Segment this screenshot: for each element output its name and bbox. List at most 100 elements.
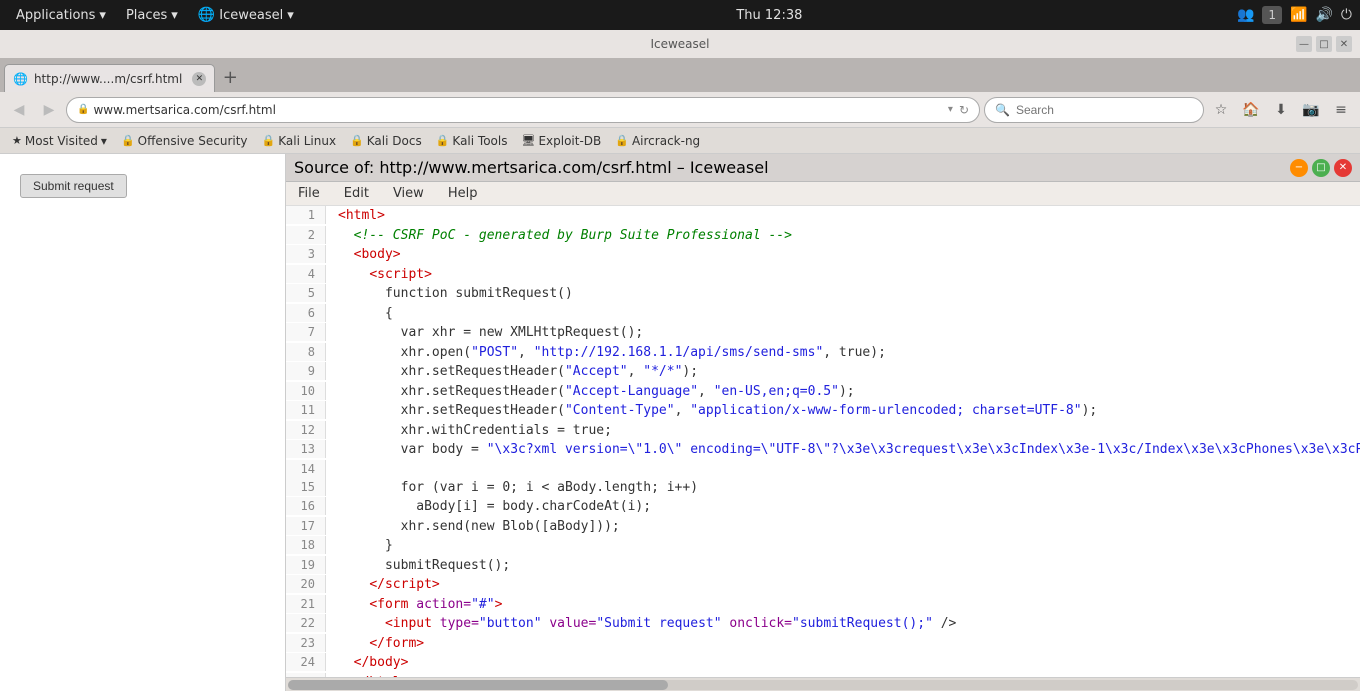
most-visited-arrow: ▾ xyxy=(101,134,107,148)
network-icon[interactable]: 📶 xyxy=(1290,7,1307,23)
line-content: <form action="#"> xyxy=(326,595,502,615)
source-line: 15 for (var i = 0; i < aBody.length; i++… xyxy=(286,478,1360,498)
line-number: 15 xyxy=(286,478,326,496)
line-content: for (var i = 0; i < aBody.length; i++) xyxy=(326,478,698,498)
line-content: <input type="button" value="Submit reque… xyxy=(326,614,956,634)
line-number: 1 xyxy=(286,206,326,224)
counter-badge: 1 xyxy=(1262,6,1282,24)
places-label: Places xyxy=(126,8,167,23)
kali-linux-label: Kali Linux xyxy=(278,134,336,148)
applications-arrow: ▾ xyxy=(99,8,106,23)
minimize-button[interactable]: — xyxy=(1296,36,1312,52)
nav-bar: ◀ ▶ 🔒 www.mertsarica.com/csrf.html ▾ ↻ 🔍… xyxy=(0,92,1360,128)
power-icon[interactable]: ⏻ xyxy=(1341,7,1352,23)
search-input[interactable] xyxy=(1016,103,1193,117)
back-button[interactable]: ◀ xyxy=(6,97,32,123)
browser-arrow: ▾ xyxy=(287,8,294,23)
line-content: <html> xyxy=(326,206,385,226)
tab-bar: 🌐 http://www....m/csrf.html ✕ + xyxy=(0,58,1360,92)
source-menu-view[interactable]: View xyxy=(389,184,428,203)
bookmark-most-visited[interactable]: ★ Most Visited ▾ xyxy=(6,132,113,150)
bookmark-kali-linux[interactable]: 🔒 Kali Linux xyxy=(256,132,343,150)
source-line: 10 xhr.setRequestHeader("Accept-Language… xyxy=(286,382,1360,402)
url-dropdown-icon[interactable]: ▾ xyxy=(948,104,953,115)
taskbar-left: Applications ▾ Places ▾ 🌐 Iceweasel ▾ xyxy=(8,4,302,26)
line-number: 8 xyxy=(286,343,326,361)
source-menu-edit[interactable]: Edit xyxy=(340,184,373,203)
source-line: 5 function submitRequest() xyxy=(286,284,1360,304)
search-box[interactable]: 🔍 xyxy=(984,97,1204,123)
aircrack-ng-label: Aircrack-ng xyxy=(632,134,700,148)
url-bar-inner: 🔒 www.mertsarica.com/csrf.html ▾ ↻ xyxy=(77,103,969,117)
bookmark-kali-docs[interactable]: 🔒 Kali Docs xyxy=(344,132,428,150)
source-menu-help[interactable]: Help xyxy=(444,184,482,203)
places-menu[interactable]: Places ▾ xyxy=(118,5,186,26)
browser-titlebar: Iceweasel — □ ✕ xyxy=(0,30,1360,58)
line-content: { xyxy=(326,304,393,324)
submit-request-button[interactable]: Submit request xyxy=(20,174,127,198)
line-content: var body = "\x3c?xml version=\"1.0\" enc… xyxy=(326,440,1360,460)
line-content: xhr.setRequestHeader("Content-Type", "ap… xyxy=(326,401,1097,421)
downloads-button[interactable]: ⬇ xyxy=(1268,97,1294,123)
line-number: 21 xyxy=(286,595,326,613)
source-line: 14 xyxy=(286,460,1360,478)
source-line: 23 </form> xyxy=(286,634,1360,654)
places-arrow: ▾ xyxy=(171,8,178,23)
page-panel: Submit request xyxy=(0,154,286,691)
kali-tools-label: Kali Tools xyxy=(452,134,507,148)
browser-title: Iceweasel xyxy=(650,37,709,51)
line-content: submitRequest(); xyxy=(326,556,510,576)
exploit-db-label: Exploit-DB xyxy=(538,134,601,148)
new-tab-button[interactable]: + xyxy=(217,64,243,90)
line-content: } xyxy=(326,536,393,556)
source-menu-file[interactable]: File xyxy=(294,184,324,203)
source-line: 19 submitRequest(); xyxy=(286,556,1360,576)
maximize-button[interactable]: □ xyxy=(1316,36,1332,52)
source-titlebar: Source of: http://www.mertsarica.com/csr… xyxy=(286,154,1360,182)
source-line: 12 xhr.withCredentials = true; xyxy=(286,421,1360,441)
source-line: 18 } xyxy=(286,536,1360,556)
source-line: 3 <body> xyxy=(286,245,1360,265)
source-close-button[interactable]: ✕ xyxy=(1334,159,1352,177)
tab-close-button[interactable]: ✕ xyxy=(192,72,206,86)
browser-main: Submit request Source of: http://www.mer… xyxy=(0,154,1360,691)
source-line: 6 { xyxy=(286,304,1360,324)
source-maximize-button[interactable]: □ xyxy=(1312,159,1330,177)
bookmark-offensive-security[interactable]: 🔒 Offensive Security xyxy=(115,132,254,150)
screenshot-button[interactable]: 📷 xyxy=(1298,97,1324,123)
line-number: 3 xyxy=(286,245,326,263)
line-content: var xhr = new XMLHttpRequest(); xyxy=(326,323,643,343)
kali-linux-icon: 🔒 xyxy=(262,134,276,147)
browser-tab[interactable]: 🌐 http://www....m/csrf.html ✕ xyxy=(4,64,215,92)
forward-button[interactable]: ▶ xyxy=(36,97,62,123)
people-icon[interactable]: 👥 xyxy=(1237,7,1254,23)
line-number: 24 xyxy=(286,653,326,671)
close-button[interactable]: ✕ xyxy=(1336,36,1352,52)
menu-button[interactable]: ≡ xyxy=(1328,97,1354,123)
bookmark-aircrack-ng[interactable]: 🔒 Aircrack-ng xyxy=(609,132,706,150)
line-number: 16 xyxy=(286,497,326,515)
bookmark-star-button[interactable]: ☆ xyxy=(1208,97,1234,123)
kali-tools-icon: 🔒 xyxy=(436,134,450,147)
source-code[interactable]: 1<html>2 <!-- CSRF PoC - generated by Bu… xyxy=(286,206,1360,677)
home-button[interactable]: 🏠 xyxy=(1238,97,1264,123)
reload-button[interactable]: ↻ xyxy=(959,103,969,117)
volume-icon[interactable]: 🔊 xyxy=(1315,7,1332,23)
source-scrollbar-thumb[interactable] xyxy=(288,680,668,690)
line-content: <body> xyxy=(326,245,401,265)
source-minimize-button[interactable]: − xyxy=(1290,159,1308,177)
applications-menu[interactable]: Applications ▾ xyxy=(8,5,114,26)
source-line: 13 var body = "\x3c?xml version=\"1.0\" … xyxy=(286,440,1360,460)
line-content: <script> xyxy=(326,265,432,285)
bookmark-kali-tools[interactable]: 🔒 Kali Tools xyxy=(430,132,514,150)
browser-menu[interactable]: 🌐 Iceweasel ▾ xyxy=(190,4,302,26)
source-line: 2 <!-- CSRF PoC - generated by Burp Suit… xyxy=(286,226,1360,246)
source-line: 11 xhr.setRequestHeader("Content-Type", … xyxy=(286,401,1360,421)
line-number: 4 xyxy=(286,265,326,283)
url-bar[interactable]: 🔒 www.mertsarica.com/csrf.html ▾ ↻ xyxy=(66,97,980,123)
line-number: 22 xyxy=(286,614,326,632)
line-number: 20 xyxy=(286,575,326,593)
most-visited-icon: ★ xyxy=(12,134,22,147)
bookmark-exploit-db[interactable]: 🖥 Exploit-DB xyxy=(515,132,607,150)
source-scrollbar[interactable] xyxy=(286,677,1360,691)
